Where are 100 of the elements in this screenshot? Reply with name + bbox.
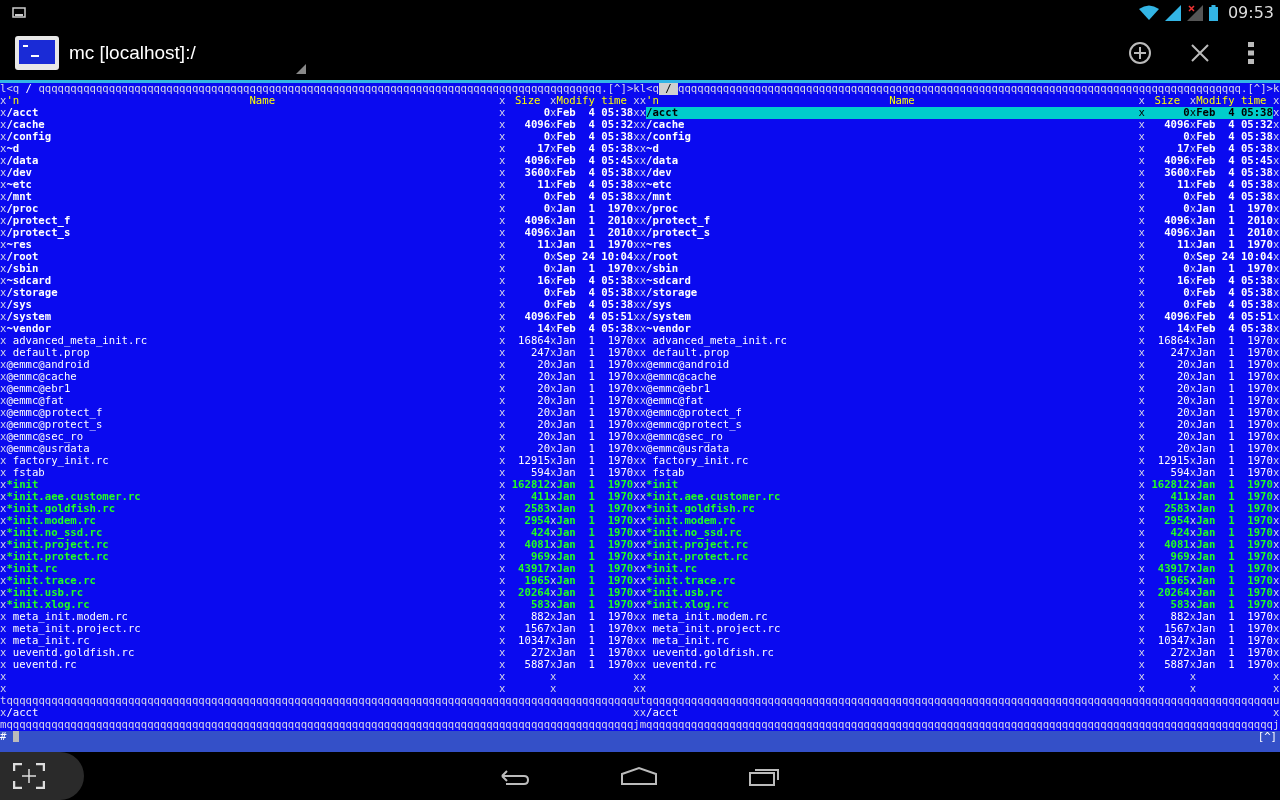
file-row[interactable]: *init.protect.rc x 969xJan 1 1970 bbox=[6, 551, 634, 563]
file-row[interactable]: *init.trace.rc x 1965xJan 1 1970 bbox=[646, 575, 1273, 587]
file-row[interactable]: /storage x 0xFeb 4 05:38 bbox=[6, 287, 634, 299]
file-row[interactable]: @emmc@protect_f x 20xJan 1 1970 bbox=[646, 407, 1273, 419]
file-row[interactable]: fstab x 594xJan 1 1970 bbox=[6, 467, 634, 479]
file-row[interactable]: *init.protect.rc x 969xJan 1 1970 bbox=[646, 551, 1273, 563]
file-row[interactable]: /acct x 0xFeb 4 05:38 bbox=[6, 107, 634, 119]
file-row[interactable]: @emmc@protect_s x 20xJan 1 1970 bbox=[6, 419, 634, 431]
file-row[interactable]: @emmc@protect_s x 20xJan 1 1970 bbox=[646, 419, 1273, 431]
file-row[interactable]: @emmc@cache x 20xJan 1 1970 bbox=[6, 371, 634, 383]
file-row[interactable]: *init x 162812xJan 1 1970 bbox=[6, 479, 634, 491]
file-row[interactable]: /dev x 3600xFeb 4 05:38 bbox=[646, 167, 1273, 179]
file-row[interactable]: ueventd.rc x 5887xJan 1 1970 bbox=[6, 659, 634, 671]
file-row[interactable]: ueventd.rc x 5887xJan 1 1970 bbox=[646, 659, 1273, 671]
file-row[interactable]: /proc x 0xJan 1 1970 bbox=[646, 203, 1273, 215]
file-row[interactable]: meta_init.rc x 10347xJan 1 1970 bbox=[6, 635, 634, 647]
file-row[interactable]: /data x 4096xFeb 4 05:45 bbox=[6, 155, 634, 167]
file-row[interactable]: ueventd.goldfish.rc x 272xJan 1 1970 bbox=[646, 647, 1273, 659]
file-row[interactable]: /mnt x 0xFeb 4 05:38 bbox=[646, 191, 1273, 203]
file-row[interactable]: /config x 0xFeb 4 05:38 bbox=[6, 131, 634, 143]
file-row[interactable]: meta_init.modem.rc x 882xJan 1 1970 bbox=[6, 611, 634, 623]
file-row[interactable]: *init.modem.rc x 2954xJan 1 1970 bbox=[646, 515, 1273, 527]
file-row[interactable]: advanced_meta_init.rc x 16864xJan 1 1970 bbox=[646, 335, 1273, 347]
column-header[interactable]: Size bbox=[514, 94, 541, 107]
column-header[interactable]: Name bbox=[249, 95, 276, 107]
column-header[interactable]: Size bbox=[1154, 94, 1181, 107]
file-row[interactable]: @emmc@fat x 20xJan 1 1970 bbox=[646, 395, 1273, 407]
file-row[interactable]: ~sdcard x 16xFeb 4 05:38 bbox=[646, 275, 1273, 287]
file-row[interactable]: *init.modem.rc x 2954xJan 1 1970 bbox=[6, 515, 634, 527]
file-row[interactable]: *init.rc x 43917xJan 1 1970 bbox=[646, 563, 1273, 575]
file-row[interactable]: *init.no_ssd.rc x 424xJan 1 1970 bbox=[6, 527, 634, 539]
file-row[interactable]: /cache x 4096xFeb 4 05:32 bbox=[646, 119, 1273, 131]
file-row[interactable]: *init.aee.customer.rc x 411xJan 1 1970 bbox=[6, 491, 634, 503]
file-row[interactable]: meta_init.modem.rc x 882xJan 1 1970 bbox=[646, 611, 1273, 623]
file-row[interactable]: /storage x 0xFeb 4 05:38 bbox=[646, 287, 1273, 299]
file-row[interactable]: @emmc@ebr1 x 20xJan 1 1970 bbox=[646, 383, 1273, 395]
home-icon[interactable] bbox=[620, 766, 658, 786]
file-row[interactable]: /config x 0xFeb 4 05:38 bbox=[646, 131, 1273, 143]
screenshot-button[interactable] bbox=[0, 752, 84, 800]
column-header[interactable]: Name bbox=[889, 95, 915, 107]
file-row[interactable]: /system x 4096xFeb 4 05:51 bbox=[6, 311, 634, 323]
file-row[interactable]: /system x 4096xFeb 4 05:51 bbox=[646, 311, 1273, 323]
file-row[interactable]: ~etc x 11xFeb 4 05:38 bbox=[646, 179, 1273, 191]
file-row[interactable]: ~etc x 11xFeb 4 05:38 bbox=[6, 179, 634, 191]
file-row[interactable]: /cache x 4096xFeb 4 05:32 bbox=[6, 119, 634, 131]
file-row[interactable]: meta_init.rc x 10347xJan 1 1970 bbox=[646, 635, 1273, 647]
file-row[interactable]: @emmc@sec_ro x 20xJan 1 1970 bbox=[646, 431, 1273, 443]
file-row[interactable]: *init.usb.rc x 20264xJan 1 1970 bbox=[6, 587, 634, 599]
file-row[interactable]: /sbin x 0xJan 1 1970 bbox=[646, 263, 1273, 275]
file-row[interactable]: ~vendor x 14xFeb 4 05:38 bbox=[6, 323, 634, 335]
file-row[interactable]: ~res x 11xJan 1 1970 bbox=[6, 239, 634, 251]
file-row[interactable]: @emmc@sec_ro x 20xJan 1 1970 bbox=[6, 431, 634, 443]
file-row[interactable]: @emmc@cache x 20xJan 1 1970 bbox=[646, 371, 1273, 383]
file-row[interactable]: /protect_f x 4096xJan 1 2010 bbox=[6, 215, 634, 227]
close-icon[interactable] bbox=[1190, 42, 1210, 63]
file-row[interactable]: factory_init.rc x 12915xJan 1 1970 bbox=[646, 455, 1273, 467]
file-row[interactable]: /sys x 0xFeb 4 05:38 bbox=[6, 299, 634, 311]
file-row[interactable]: /protect_f x 4096xJan 1 2010 bbox=[646, 215, 1273, 227]
file-row[interactable]: @emmc@android x 20xJan 1 1970 bbox=[646, 359, 1273, 371]
file-row[interactable]: ~res x 11xJan 1 1970 bbox=[646, 239, 1273, 251]
file-row[interactable]: /acct x 0xFeb 4 05:38 bbox=[646, 107, 1273, 119]
file-row[interactable]: *init.aee.customer.rc x 411xJan 1 1970 bbox=[646, 491, 1273, 503]
file-row[interactable]: *init.project.rc x 4081xJan 1 1970 bbox=[6, 539, 634, 551]
file-row[interactable]: *init.goldfish.rc x 2583xJan 1 1970 bbox=[646, 503, 1273, 515]
file-row[interactable]: *init.goldfish.rc x 2583xJan 1 1970 bbox=[6, 503, 634, 515]
dropdown-corner-icon[interactable] bbox=[295, 64, 306, 74]
file-row[interactable]: default.prop x 247xJan 1 1970 bbox=[646, 347, 1273, 359]
file-row[interactable]: @emmc@protect_f x 20xJan 1 1970 bbox=[6, 407, 634, 419]
file-row[interactable]: *init.xlog.rc x 583xJan 1 1970 bbox=[6, 599, 634, 611]
sort-mark[interactable]: 'n bbox=[6, 95, 20, 107]
file-row[interactable]: *init.project.rc x 4081xJan 1 1970 bbox=[646, 539, 1273, 551]
file-row[interactable]: meta_init.project.rc x 1567xJan 1 1970 bbox=[6, 623, 634, 635]
file-row[interactable]: ueventd.goldfish.rc x 272xJan 1 1970 bbox=[6, 647, 634, 659]
sort-mark[interactable]: 'n bbox=[646, 95, 659, 107]
file-row[interactable]: factory_init.rc x 12915xJan 1 1970 bbox=[6, 455, 634, 467]
file-row[interactable]: ~d x 17xFeb 4 05:38 bbox=[646, 143, 1273, 155]
file-row[interactable]: *init.trace.rc x 1965xJan 1 1970 bbox=[6, 575, 634, 587]
add-icon[interactable] bbox=[1128, 40, 1152, 65]
column-header[interactable]: Modify time bbox=[556, 94, 627, 107]
file-row[interactable]: *init x 162812xJan 1 1970 bbox=[646, 479, 1273, 491]
file-row[interactable]: fstab x 594xJan 1 1970 bbox=[646, 467, 1273, 479]
file-row[interactable]: @emmc@usrdata x 20xJan 1 1970 bbox=[6, 443, 634, 455]
file-row[interactable]: *init.rc x 43917xJan 1 1970 bbox=[6, 563, 634, 575]
file-row[interactable]: *init.xlog.rc x 583xJan 1 1970 bbox=[646, 599, 1273, 611]
file-row[interactable]: @emmc@ebr1 x 20xJan 1 1970 bbox=[6, 383, 634, 395]
file-row[interactable]: /dev x 3600xFeb 4 05:38 bbox=[6, 167, 634, 179]
menu-icon[interactable] bbox=[1248, 41, 1254, 64]
file-row[interactable]: /protect_s x 4096xJan 1 2010 bbox=[646, 227, 1273, 239]
file-row[interactable]: /data x 4096xFeb 4 05:45 bbox=[646, 155, 1273, 167]
file-row[interactable]: ~d x 17xFeb 4 05:38 bbox=[6, 143, 634, 155]
file-row[interactable]: /proc x 0xJan 1 1970 bbox=[6, 203, 634, 215]
history-hint[interactable]: [^] bbox=[1257, 731, 1277, 743]
file-row[interactable]: @emmc@usrdata x 20xJan 1 1970 bbox=[646, 443, 1273, 455]
file-row[interactable]: /sys x 0xFeb 4 05:38 bbox=[646, 299, 1273, 311]
terminal-app-icon[interactable] bbox=[14, 34, 60, 71]
file-row[interactable]: /protect_s x 4096xJan 1 2010 bbox=[6, 227, 634, 239]
file-row[interactable]: /mnt x 0xFeb 4 05:38 bbox=[6, 191, 634, 203]
column-header[interactable]: Modify time bbox=[1196, 94, 1267, 107]
file-row[interactable]: *init.no_ssd.rc x 424xJan 1 1970 bbox=[646, 527, 1273, 539]
file-row[interactable]: /sbin x 0xJan 1 1970 bbox=[6, 263, 634, 275]
